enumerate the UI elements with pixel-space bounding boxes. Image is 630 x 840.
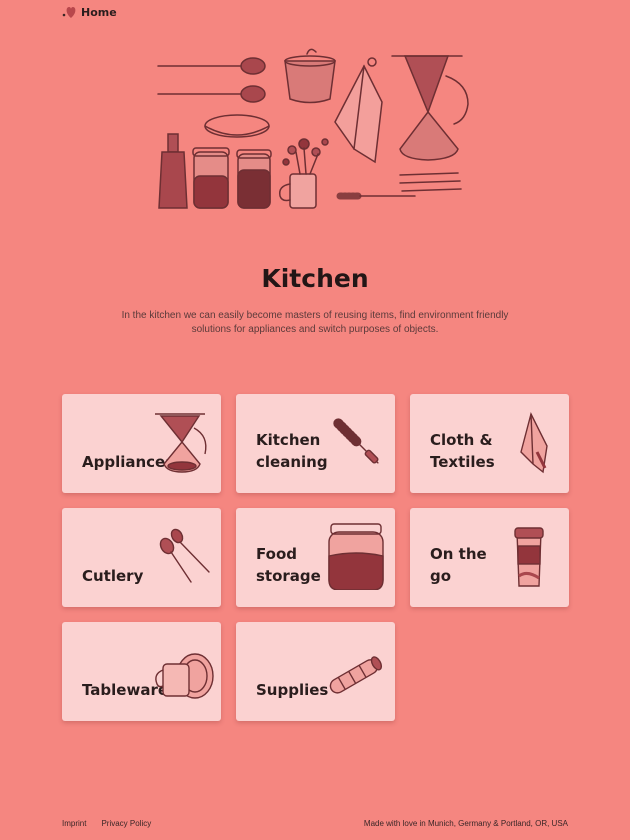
category-label: Supplies (256, 681, 329, 699)
coffee-maker-icon (155, 413, 207, 473)
footer-links: Imprint Privacy Policy (62, 819, 151, 828)
category-card-on-the-go[interactable]: On the go (410, 508, 569, 607)
heart-icon (62, 7, 76, 18)
category-card-supplies[interactable]: Supplies (236, 622, 395, 721)
category-card-cutlery[interactable]: Cutlery (62, 508, 221, 607)
cups-and-plate-icon (155, 653, 214, 699)
category-label: Cloth & Textiles (430, 431, 495, 471)
category-label: On the go (430, 545, 487, 585)
wooden-spoons-icon (159, 528, 210, 583)
category-card-cloth-textiles[interactable]: Cloth & Textiles (410, 394, 569, 493)
category-card-appliances[interactable]: Appliances (62, 394, 221, 493)
privacy-policy-link[interactable]: Privacy Policy (101, 819, 151, 828)
category-card-food-storage[interactable]: Food storage (236, 508, 395, 607)
bottle-brush-icon (333, 418, 379, 464)
category-card-tableware[interactable]: Tableware (62, 622, 221, 721)
home-link[interactable]: Home (81, 6, 117, 19)
kitchen-items-illustration (157, 48, 469, 209)
category-grid: Appliances Kitchen cleaning Cloth & Text… (62, 394, 569, 721)
storage-jar-icon (328, 523, 384, 590)
category-label: Cutlery (82, 567, 144, 585)
footer-credit: Made with love in Munich, Germany & Port… (363, 819, 568, 828)
category-label: Kitchen cleaning (256, 431, 328, 471)
category-card-kitchen-cleaning[interactable]: Kitchen cleaning (236, 394, 395, 493)
wax-wrap-roll-icon (329, 656, 383, 694)
page-title: Kitchen (261, 264, 369, 293)
travel-cup-icon (514, 527, 544, 587)
category-label: Food storage (256, 545, 321, 585)
top-nav: Home (62, 5, 117, 19)
page-intro: In the kitchen we can easily become mast… (121, 310, 509, 335)
imprint-link[interactable]: Imprint (62, 819, 86, 828)
tea-towel-icon (520, 412, 548, 474)
